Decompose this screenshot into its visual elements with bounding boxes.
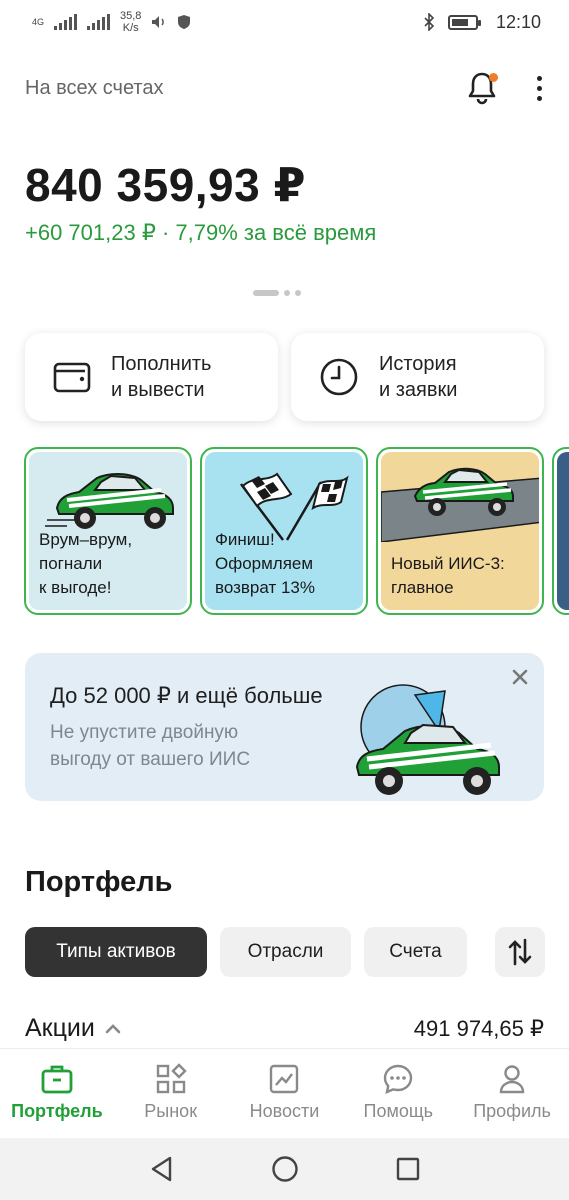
clock-icon: [320, 358, 358, 396]
profile-icon: [499, 1065, 525, 1094]
chevron-up-icon[interactable]: [105, 1023, 121, 1034]
notification-dot: [489, 73, 498, 82]
deposit-withdraw-label: Пополнить и вывести: [111, 353, 212, 401]
signal-icon-2: [87, 14, 111, 30]
promo-title: До 52 000 ₽ и ещё больше: [50, 683, 323, 708]
system-navigation-bar: [0, 1138, 569, 1200]
network-speed: 35,8 K/s: [120, 10, 141, 34]
promo-subtitle: Не упустите двойную выгоду от вашего ИИС: [50, 722, 251, 770]
nav-portfolio[interactable]: Портфель: [0, 1049, 114, 1138]
filter-asset-types[interactable]: Типы активов: [25, 927, 207, 977]
nav-label: Помощь: [363, 1101, 434, 1121]
speed-value: 35,8: [120, 10, 142, 22]
story-card[interactable]: Врум–врум, погнали к выгоде!: [24, 447, 192, 615]
header: На всех счетах: [25, 64, 544, 112]
news-icon: [270, 1064, 299, 1094]
story-background: [557, 452, 569, 610]
network-type: 4G: [32, 16, 45, 27]
story-card[interactable]: Новый ИИС-3: главное: [376, 447, 544, 615]
sound-icon: [152, 16, 165, 28]
deposit-withdraw-button[interactable]: Пополнить и вывести: [25, 333, 278, 421]
total-profit: +60 701,23 ₽ · 7,79% за всё время: [25, 220, 377, 245]
car-piechart-illustration: [355, 684, 500, 795]
car-on-road-illustration: [381, 467, 539, 542]
nav-help[interactable]: Помощь: [341, 1049, 455, 1138]
accounts-selector[interactable]: На всех счетах: [25, 77, 163, 100]
story-card-partial[interactable]: [552, 447, 569, 615]
chat-icon: [384, 1064, 413, 1094]
history-orders-label: История и заявки: [379, 353, 458, 401]
back-icon[interactable]: [148, 1155, 176, 1183]
promo-banner[interactable]: До 52 000 ₽ и ещё больше Не упустите дво…: [25, 653, 544, 801]
battery-icon: [447, 14, 481, 30]
bottom-navigation: Портфель Рынок Новости Помощь Профиль: [0, 1048, 569, 1138]
sort-button[interactable]: [495, 927, 545, 977]
nav-label: Портфель: [11, 1101, 103, 1121]
nav-market[interactable]: Рынок: [114, 1049, 228, 1138]
filter-industries[interactable]: Отрасли: [220, 927, 351, 977]
story-card[interactable]: Финиш! Оформляем возврат 13%: [200, 447, 368, 615]
market-icon: [156, 1063, 187, 1094]
clock-time: 12:10: [495, 11, 541, 32]
portfolio-title: Портфель: [25, 866, 173, 898]
speed-unit: K/s: [122, 22, 139, 34]
story-title: Врум–врум, погнали к выгоде!: [39, 530, 133, 597]
stocks-value: 491 974,65 ₽: [413, 1015, 544, 1041]
bluetooth-icon: [424, 13, 435, 31]
history-orders-button[interactable]: История и заявки: [291, 333, 544, 421]
more-menu-button[interactable]: [534, 75, 544, 101]
nav-news[interactable]: Новости: [228, 1049, 342, 1138]
story-background: Финиш! Оформляем возврат 13%: [205, 452, 363, 610]
total-balance: 840 359,93 ₽: [25, 159, 307, 211]
notifications-button[interactable]: [464, 68, 500, 108]
signal-icon: [54, 14, 78, 30]
story-title: Новый ИИС-3: главное: [391, 554, 505, 597]
filter-accounts[interactable]: Счета: [364, 927, 467, 977]
nav-profile[interactable]: Профиль: [455, 1049, 569, 1138]
balance-pager[interactable]: [253, 290, 301, 296]
status-bar: 4G 35,8 K/s 12:10: [0, 0, 569, 44]
story-title: Финиш! Оформляем возврат 13%: [215, 530, 315, 597]
quick-actions: Пополнить и вывести История и заявки: [25, 333, 544, 421]
nav-label: Профиль: [473, 1101, 551, 1121]
sort-arrows-icon: [508, 938, 532, 966]
wallet-icon: [53, 362, 91, 393]
home-icon[interactable]: [271, 1155, 299, 1183]
nav-label: Новости: [249, 1101, 320, 1121]
stories-carousel[interactable]: Врум–врум, погнали к выгоде! Финиш! Офор…: [24, 447, 569, 615]
recents-icon[interactable]: [395, 1156, 421, 1182]
shield-icon: [178, 15, 191, 29]
stocks-row[interactable]: Акции 491 974,65 ₽: [25, 1014, 544, 1043]
briefcase-icon: [41, 1065, 73, 1094]
story-background: Врум–врум, погнали к выгоде!: [29, 452, 187, 610]
nav-label: Рынок: [144, 1101, 198, 1121]
stocks-label: Акции: [25, 1014, 95, 1042]
portfolio-filters: Типы активов Отрасли Счета: [25, 927, 545, 977]
story-background: Новый ИИС-3: главное: [381, 452, 539, 610]
